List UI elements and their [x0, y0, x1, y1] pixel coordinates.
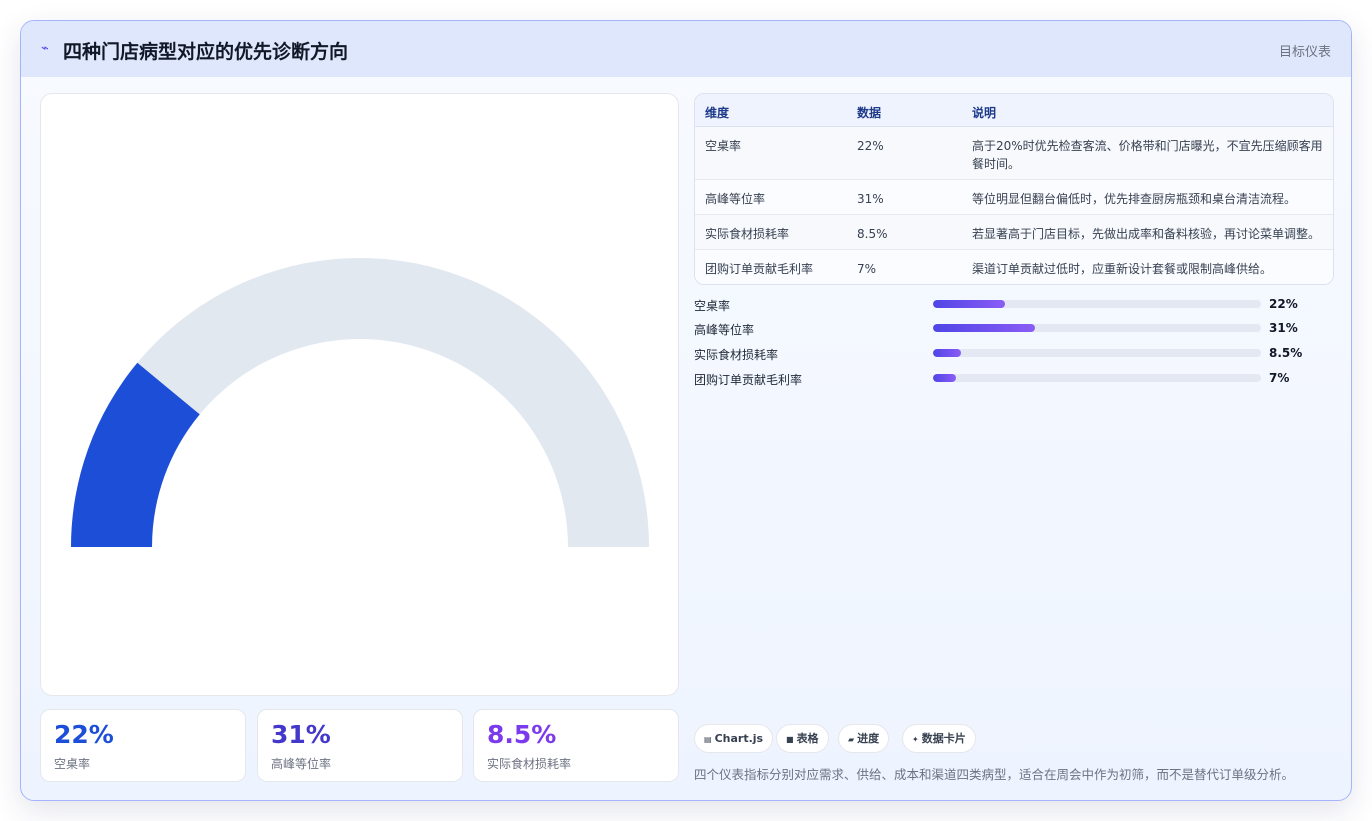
stat-value: 22% — [54, 720, 114, 749]
stat-card-empty-table: 22% 空桌率 — [40, 709, 246, 782]
chip-label: 表格 — [796, 732, 819, 745]
chip-data-card[interactable]: ✦ 数据卡片 — [902, 724, 976, 753]
progress-label: 实际食材损耗率 — [694, 348, 779, 362]
table-header: 维度 数据 说明 — [695, 94, 1333, 127]
table-row: 高峰等位率 31% 等位明显但翻台偏低时，优先排查厨房瓶颈和桌台清洁流程。 — [695, 180, 1333, 215]
chip-label: Chart.js — [714, 732, 764, 745]
chip-label: 进度 — [857, 732, 880, 745]
progress-track — [933, 374, 1261, 382]
chart-line-icon: ⌁ — [41, 41, 49, 56]
progress-value: 7% — [1269, 371, 1290, 385]
progress-icon: ▰ — [848, 735, 855, 744]
table-row: 空桌率 22% 高于20%时优先检查客流、价格带和门店曝光，不宜先压缩顾客用餐时… — [695, 127, 1333, 180]
stat-label: 高峰等位率 — [271, 757, 332, 771]
chip-label: 数据卡片 — [921, 732, 966, 745]
chart-icon: ▤ — [704, 735, 712, 744]
stat-label: 实际食材损耗率 — [487, 757, 572, 771]
chip-progress[interactable]: ▰ 进度 — [838, 724, 890, 753]
table-cell-value: 8.5% — [857, 227, 888, 241]
table-header-dimension: 维度 — [705, 106, 730, 120]
progress-value: 8.5% — [1269, 346, 1303, 360]
progress-fill — [933, 300, 1006, 308]
footnote: 四个仪表指标分别对应需求、供给、成本和渠道四类病型，适合在周会中作为初筛，而不是… — [694, 767, 1295, 782]
progress-track — [933, 324, 1261, 332]
table-row: 团购订单贡献毛利率 7% 渠道订单贡献过低时，应重新设计套餐或限制高峰供给。 — [695, 250, 1333, 284]
table-cell-note: 等位明显但翻台偏低时，优先排查厨房瓶颈和桌台清洁流程。 — [972, 192, 1297, 206]
stat-value: 8.5% — [487, 720, 557, 749]
card-header: ⌁ 四种门店病型对应的优先诊断方向 目标仪表 — [21, 21, 1351, 77]
progress-value: 31% — [1269, 321, 1298, 335]
table-icon: ■ — [786, 735, 794, 744]
page-title: 四种门店病型对应的优先诊断方向 — [63, 41, 349, 63]
progress-value: 22% — [1269, 297, 1298, 311]
dashboard-card: ⌁ 四种门店病型对应的优先诊断方向 目标仪表 22% 空桌率 31% 高峰等位率… — [20, 20, 1352, 801]
progress-fill — [933, 349, 961, 357]
stat-value: 31% — [271, 720, 331, 749]
table-cell-dimension: 团购订单贡献毛利率 — [705, 262, 814, 276]
table-header-value: 数据 — [857, 106, 882, 120]
table-cell-dimension: 实际食材损耗率 — [705, 227, 790, 241]
data-table: 维度 数据 说明 空桌率 22% 高于20%时优先检查客流、价格带和门店曝光，不… — [694, 93, 1334, 285]
chip-chartjs[interactable]: ▤ Chart.js — [694, 724, 774, 753]
progress-label: 空桌率 — [694, 299, 731, 313]
table-cell-value: 31% — [857, 192, 884, 206]
progress-track — [933, 300, 1261, 308]
stat-label: 空桌率 — [54, 757, 91, 771]
table-cell-dimension: 高峰等位率 — [705, 192, 766, 206]
progress-label: 团购订单贡献毛利率 — [694, 373, 803, 387]
chip-table[interactable]: ■ 表格 — [776, 724, 829, 753]
table-cell-note: 渠道订单贡献过低时，应重新设计套餐或限制高峰供给。 — [972, 262, 1273, 276]
table-cell-value: 7% — [857, 262, 877, 276]
progress-label: 高峰等位率 — [694, 323, 755, 337]
chart-type-tag: 目标仪表 — [1278, 45, 1331, 60]
progress-fill — [933, 374, 956, 382]
table-header-note: 说明 — [972, 106, 997, 120]
gauge-svg — [71, 258, 649, 547]
stat-card-food-waste: 8.5% 实际食材损耗率 — [473, 709, 679, 782]
table-cell-note: 高于20%时优先检查客流、价格带和门店曝光，不宜先压缩顾客用餐时间。 — [972, 139, 1323, 171]
table-cell-value: 22% — [857, 139, 884, 153]
progress-track — [933, 349, 1261, 357]
table-row: 实际食材损耗率 8.5% 若显著高于门店目标，先做出成率和备料核验，再讨论菜单调… — [695, 215, 1333, 250]
sparkle-icon: ✦ — [912, 735, 919, 744]
progress-fill — [933, 324, 1035, 332]
table-cell-dimension: 空桌率 — [705, 139, 742, 153]
table-cell-note: 若显著高于门店目标，先做出成率和备料核验，再讨论菜单调整。 — [972, 227, 1321, 241]
stat-card-peak-wait: 31% 高峰等位率 — [257, 709, 463, 782]
gauge-chart — [40, 93, 679, 696]
